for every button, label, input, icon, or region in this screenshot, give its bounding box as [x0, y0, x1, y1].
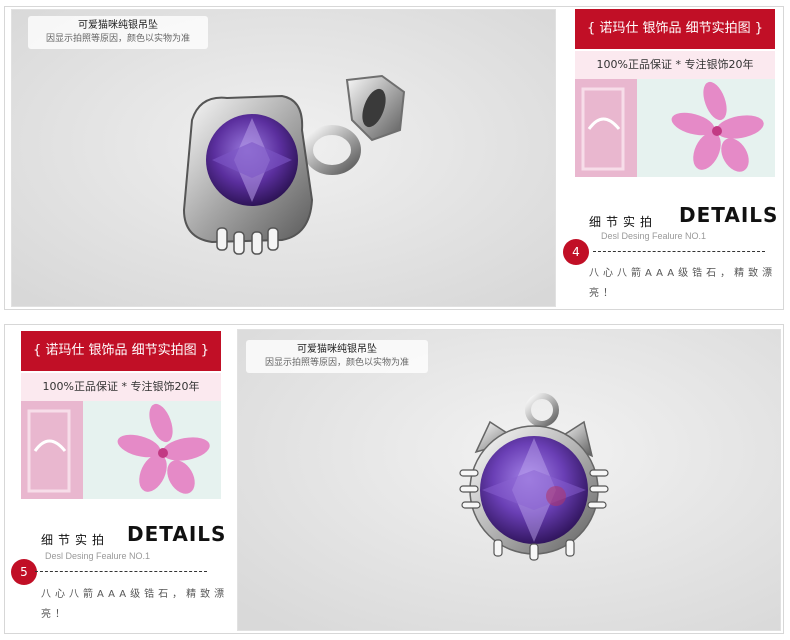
- details-title-zh: 细节实拍: [589, 215, 658, 229]
- pendant-photo-front: 可爱猫咪纯银吊坠 因显示拍照等原因，颜色以实物为准: [237, 329, 781, 631]
- product-detail-section-2: { 诺玛仕 银饰品 细节实拍图 } 100%正品保证 * 专注银饰20年 细节实…: [4, 324, 784, 634]
- product-detail-section-1: 可爱猫咪纯银吊坠 因显示拍照等原因，颜色以实物为准 { 诺玛仕 银饰品 细节实拍…: [4, 6, 784, 310]
- details-panel: { 诺玛仕 银饰品 细节实拍图 } 100%正品保证 * 专注银饰20年 细节实…: [11, 329, 227, 629]
- flower-thumbnail: [21, 401, 221, 499]
- photo-caption: 可爱猫咪纯银吊坠 因显示拍照等原因，颜色以实物为准: [28, 16, 208, 49]
- details-description: 八心八箭AAA级锆石，精致漂亮！: [41, 589, 229, 620]
- details-subtitle: Desl Desing Fealure NO.1: [45, 551, 151, 561]
- caption-title: 可爱猫咪纯银吊坠: [297, 344, 377, 355]
- details-title-en: DETAILS: [679, 203, 779, 227]
- details-title-en: DETAILS: [127, 522, 227, 546]
- dashed-divider: [35, 571, 207, 572]
- photo-caption: 可爱猫咪纯银吊坠 因显示拍照等原因，颜色以实物为准: [246, 340, 428, 373]
- details-panel: { 诺玛仕 银饰品 细节实拍图 } 100%正品保证 * 专注银饰20年 细节实…: [563, 7, 781, 307]
- details-description: 八心八箭AAA级锆石，精致漂亮！: [589, 268, 777, 299]
- guarantee-strip: 100%正品保证 * 专注银饰20年: [575, 51, 775, 79]
- brand-banner: { 诺玛仕 银饰品 细节实拍图 }: [575, 9, 775, 49]
- step-number-badge: 4: [563, 239, 589, 265]
- caption-title: 可爱猫咪纯银吊坠: [78, 20, 158, 31]
- caption-subtitle: 因显示拍照等原因，颜色以实物为准: [45, 34, 190, 44]
- pendant-photo-back: 可爱猫咪纯银吊坠 因显示拍照等原因，颜色以实物为准: [11, 9, 556, 307]
- details-title-zh: 细节实拍: [41, 533, 110, 547]
- thumbnail-strip: [21, 401, 221, 499]
- pendant-back-illustration: [12, 10, 555, 306]
- caption-subtitle: 因显示拍照等原因，颜色以实物为准: [264, 358, 409, 368]
- thumbnail-strip: [575, 79, 775, 177]
- dashed-divider: [593, 251, 765, 252]
- brand-banner: { 诺玛仕 银饰品 细节实拍图 }: [21, 331, 221, 371]
- step-number-badge: 5: [11, 559, 37, 585]
- flower-thumbnail: [575, 79, 775, 177]
- guarantee-strip: 100%正品保证 * 专注银饰20年: [21, 373, 221, 401]
- pendant-front-illustration: [238, 330, 780, 630]
- details-subtitle: Desl Desing Fealure NO.1: [601, 231, 707, 241]
